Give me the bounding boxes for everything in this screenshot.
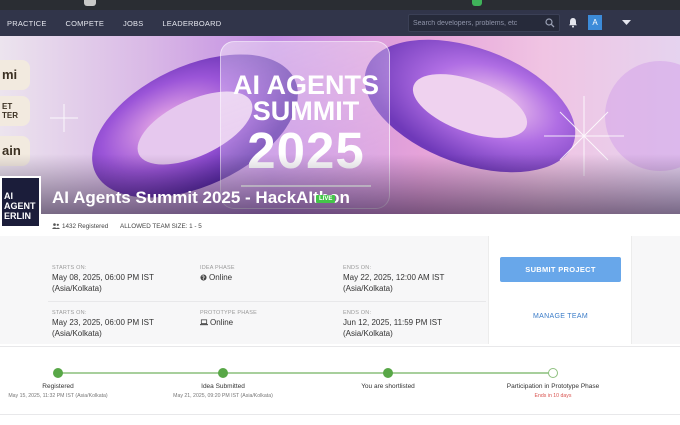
card-title-line1: AI AGENTS (232, 70, 379, 100)
proto-phase-value: Online (210, 318, 234, 327)
submit-project-button[interactable]: SUBMIT PROJECT (500, 257, 621, 282)
partner-chip: mi (0, 60, 30, 90)
card-title-line2: SUMMIT (252, 96, 360, 126)
top-strip (0, 0, 680, 10)
strip-indicator-green (472, 0, 482, 6)
idea-phase-label: IDEA PHASE (200, 265, 235, 271)
nav-compete[interactable]: COMPETE (66, 19, 105, 28)
schedule-divider (48, 301, 486, 302)
proto-start-tz: (Asia/Kolkata) (52, 329, 102, 338)
globe-icon (200, 274, 207, 281)
registered-label: 1432 Registered (62, 223, 109, 230)
step-prototype-name: Participation in Prototype Phase (506, 383, 600, 390)
tracker-bottom-border (0, 414, 680, 415)
step-registered-date: May 15, 2025, 11:32 PM IST (Asia/Kolkata… (8, 393, 108, 399)
team-size: ALLOWED TEAM SIZE: 1 - 5 (120, 223, 202, 230)
proto-end-label: ENDS ON: (343, 310, 372, 316)
chevron-down-icon[interactable] (622, 20, 631, 26)
step-registered-name: Registered (42, 383, 74, 390)
step-prototype-dot (548, 368, 558, 378)
step-registered-dot (53, 368, 63, 378)
proto-end-date: Jun 12, 2025, 11:59 PM IST (343, 318, 443, 327)
search-box (408, 14, 560, 32)
partner-chip: ET TER (0, 96, 30, 126)
idea-start-label: STARTS ON: (52, 265, 87, 271)
nav-practice[interactable]: PRACTICE (7, 19, 47, 28)
avatar[interactable]: A (588, 15, 602, 30)
step-idea-date: May 21, 2025, 09:20 PM IST (Asia/Kolkata… (173, 393, 273, 399)
registered-count: 1432 Registered (52, 223, 108, 230)
progress-track (58, 372, 553, 374)
proto-phase-label: PROTOTYPE PHASE (200, 310, 257, 316)
idea-end-label: ENDS ON: (343, 265, 372, 271)
step-idea-name: Idea Submitted (201, 383, 245, 390)
step-idea-dot (218, 368, 228, 378)
step-prototype-deadline: Ends in 10 days (534, 393, 572, 399)
manage-team-link[interactable]: MANAGE TEAM (500, 313, 621, 320)
strip-indicator (84, 0, 96, 6)
bell-icon[interactable] (568, 17, 578, 28)
proto-start-label: STARTS ON: (52, 310, 87, 316)
status-badge: LIVE (316, 195, 336, 203)
search-icon[interactable] (545, 18, 555, 28)
idea-end-date: May 22, 2025, 12:00 AM IST (343, 273, 445, 282)
proto-phase-mode: Online (200, 318, 233, 328)
users-icon (52, 223, 60, 229)
idea-start-date: May 08, 2025, 06:00 PM IST (52, 273, 154, 282)
proto-start-date: May 23, 2025, 06:00 PM IST (52, 318, 154, 327)
event-logo: AI AGENT ERLIN (0, 176, 41, 228)
action-panel (488, 236, 632, 344)
event-title: AI Agents Summit 2025 - HackAIthon (52, 188, 350, 207)
step-shortlisted-name: You are shortlisted (361, 383, 415, 390)
search-input[interactable] (413, 17, 543, 30)
nav-leaderboard[interactable]: LEADERBOARD (162, 19, 221, 28)
idea-start-tz: (Asia/Kolkata) (52, 284, 102, 293)
nav-jobs[interactable]: JOBS (123, 19, 143, 28)
step-shortlisted-dot (383, 368, 393, 378)
idea-phase-mode: Online (200, 273, 232, 283)
idea-end-tz: (Asia/Kolkata) (343, 284, 393, 293)
top-navbar: PRACTICE COMPETE JOBS LEADERBOARD A (0, 10, 680, 36)
panel-bottom-border (0, 346, 680, 347)
idea-phase-value: Online (209, 273, 233, 282)
laptop-icon (200, 319, 208, 326)
proto-end-tz: (Asia/Kolkata) (343, 329, 393, 338)
